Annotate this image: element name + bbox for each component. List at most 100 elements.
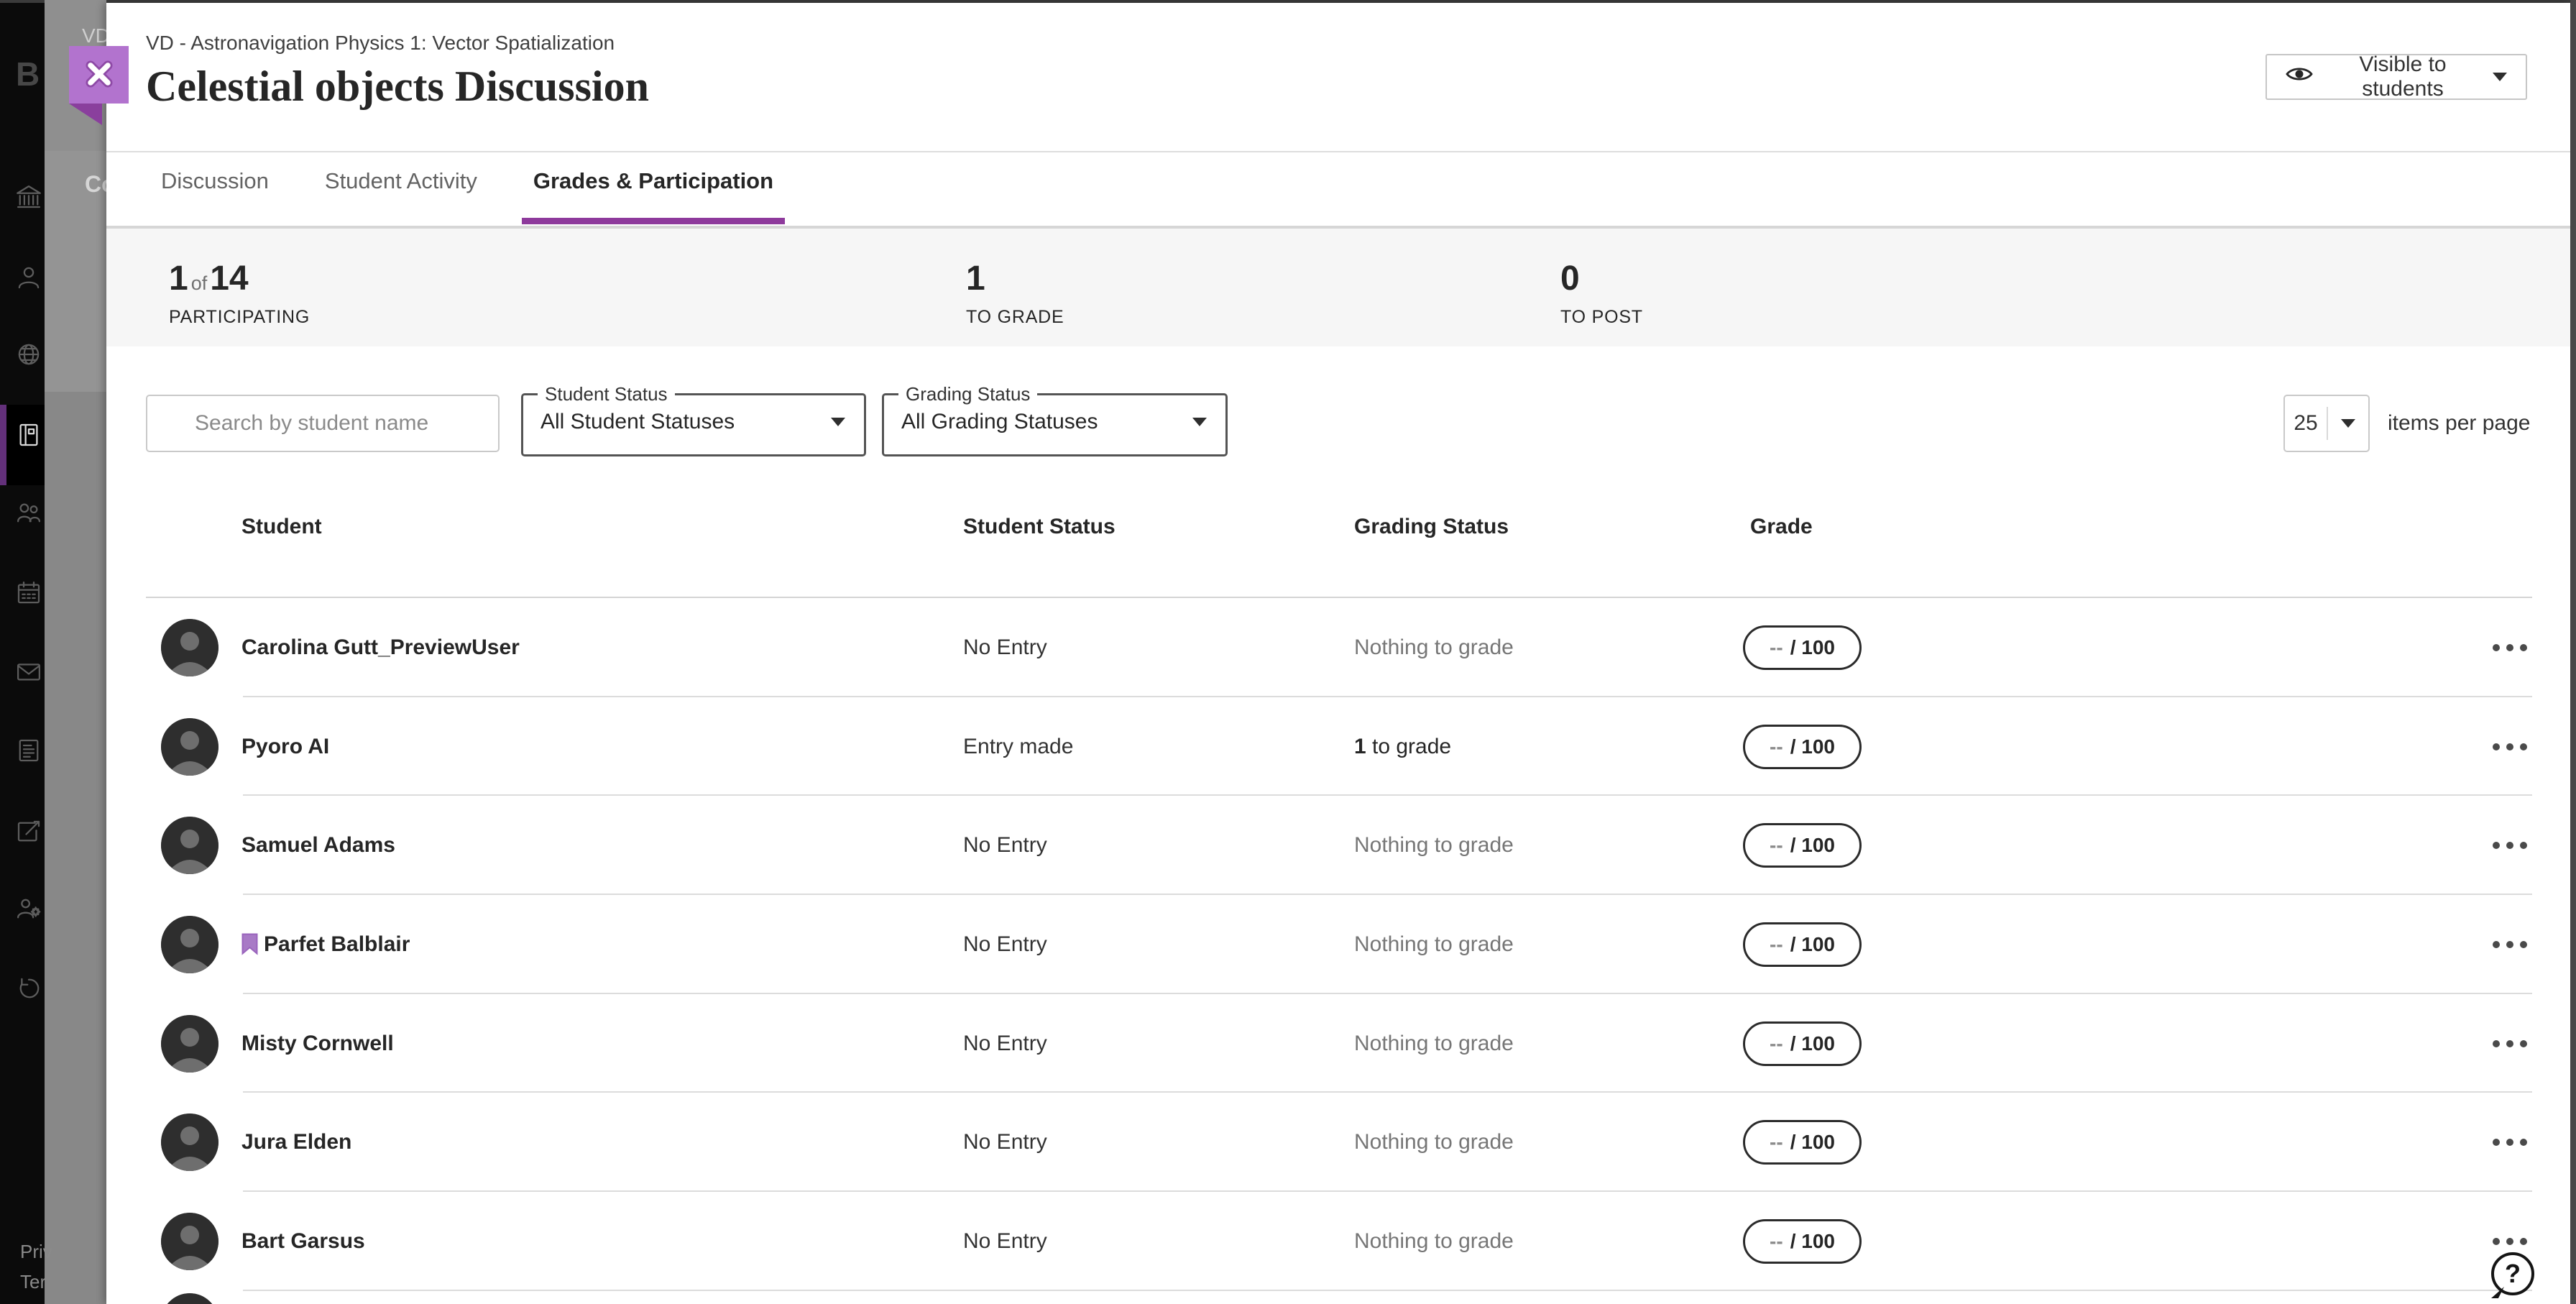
brand-logo: B — [16, 55, 40, 93]
header-divider — [106, 151, 2570, 152]
chevron-down-icon — [2341, 419, 2355, 428]
avatar — [161, 1114, 218, 1171]
stat-participating-label: PARTICIPATING — [169, 307, 310, 328]
tab-grades-participation[interactable]: Grades & Participation — [522, 168, 785, 224]
institution-icon[interactable] — [14, 182, 44, 212]
profile-icon[interactable] — [14, 262, 44, 293]
column-header-grade: Grade — [1750, 515, 1813, 539]
avatar — [161, 619, 218, 676]
groups-icon[interactable] — [14, 497, 44, 528]
sign-out-icon[interactable] — [14, 973, 44, 1004]
grade-input[interactable]: --/ 100 — [1743, 823, 1862, 868]
grade-input[interactable]: --/ 100 — [1743, 922, 1862, 967]
student-status-dropdown[interactable]: Student Status All Student Statuses — [521, 383, 866, 456]
terms-link[interactable]: Ter — [20, 1271, 46, 1293]
messages-icon[interactable] — [14, 656, 44, 687]
grading-status-dropdown-label: Grading Status — [898, 383, 1037, 405]
table-row[interactable]: Parfet Balblair No Entry Nothing to grad… — [106, 895, 2570, 994]
tab-student-activity[interactable]: Student Activity — [313, 168, 489, 224]
avatar — [161, 1293, 218, 1304]
ellipsis-icon[interactable] — [2487, 1133, 2533, 1152]
student-name: Misty Cornwell — [242, 1032, 394, 1056]
table-row[interactable]: Jura Elden No Entry Nothing to grade --/… — [106, 1093, 2570, 1192]
ellipsis-icon[interactable] — [2487, 1232, 2533, 1251]
chevron-down-icon — [831, 418, 845, 426]
avatar — [161, 1015, 218, 1073]
table-row[interactable]: Carolina Gutt_PreviewUser No Entry Nothi… — [106, 598, 2570, 697]
stat-to-post-label: TO POST — [1560, 307, 1643, 328]
stat-to-post-value: 0 — [1560, 260, 1643, 298]
items-per-page-label: items per page — [2388, 395, 2530, 452]
student-status-cell: No Entry — [963, 635, 1047, 660]
table-row[interactable]: Samuel Adams No Entry Nothing to grade -… — [106, 796, 2570, 895]
table-row[interactable]: Bart Garsus No Entry Nothing to grade --… — [106, 1192, 2570, 1291]
student-status-cell: No Entry — [963, 1032, 1047, 1056]
ellipsis-icon[interactable] — [2487, 638, 2533, 657]
globe-icon[interactable] — [14, 339, 44, 369]
grades-icon[interactable] — [14, 420, 44, 450]
bookmark-icon — [242, 933, 258, 955]
nav-active-indicator — [0, 405, 6, 485]
stat-to-grade-label: TO GRADE — [966, 307, 1064, 328]
share-icon[interactable] — [14, 817, 44, 847]
ellipsis-icon[interactable] — [2487, 836, 2533, 855]
grading-status-cell: 1 to grade — [1354, 735, 1451, 759]
visibility-label: Visible to students — [2327, 52, 2478, 101]
grade-input[interactable]: --/ 100 — [1743, 625, 1862, 670]
grade-input[interactable]: --/ 100 — [1743, 1021, 1862, 1066]
chevron-down-icon — [1192, 418, 1207, 426]
grading-status-cell: Nothing to grade — [1354, 932, 1514, 957]
student-status-dropdown-value: All Student Statuses — [540, 410, 735, 434]
ellipsis-icon[interactable] — [2487, 1034, 2533, 1053]
stat-to-grade-value: 1 — [966, 260, 1064, 298]
student-name: Carolina Gutt_PreviewUser — [242, 635, 520, 660]
avatar — [161, 1213, 218, 1270]
eye-icon — [2286, 64, 2313, 90]
student-status-cell: No Entry — [963, 1229, 1047, 1254]
admin-icon[interactable] — [14, 894, 44, 924]
close-icon — [83, 58, 116, 93]
stats-band: 1of14 PARTICIPATING 1 TO GRADE 0 TO POST — [106, 226, 2570, 346]
feed-icon[interactable] — [14, 735, 44, 766]
grade-input[interactable]: --/ 100 — [1743, 725, 1862, 769]
chevron-down-icon — [2493, 73, 2507, 81]
grading-status-dropdown-value: All Grading Statuses — [901, 410, 1098, 434]
stat-to-grade: 1 TO GRADE — [966, 260, 1064, 328]
items-per-page-value: 25 — [2285, 411, 2327, 436]
student-name: Bart Garsus — [242, 1229, 365, 1254]
visibility-dropdown-button[interactable]: Visible to students — [2266, 54, 2527, 100]
help-icon[interactable]: ? — [2491, 1252, 2534, 1295]
student-status-dropdown-label: Student Status — [538, 383, 675, 405]
table-row[interactable]: Pyoro AI Entry made 1 to grade --/ 100 — [106, 697, 2570, 796]
student-status-cell: No Entry — [963, 1130, 1047, 1154]
column-header-grading-status: Grading Status — [1354, 515, 1509, 539]
avatar — [161, 718, 218, 776]
grading-status-cell: Nothing to grade — [1354, 1130, 1514, 1154]
close-panel-button[interactable] — [69, 46, 129, 104]
calendar-icon[interactable] — [14, 578, 44, 608]
student-status-cell: No Entry — [963, 932, 1047, 957]
help-glyph: ? — [2505, 1259, 2521, 1289]
screen: B — [0, 0, 2576, 1304]
student-name: Pyoro AI — [242, 735, 329, 759]
student-table: Carolina Gutt_PreviewUser No Entry Nothi… — [106, 598, 2570, 1291]
privacy-link[interactable]: Priv — [20, 1241, 52, 1263]
grade-input[interactable]: --/ 100 — [1743, 1120, 1862, 1165]
items-per-page-select[interactable]: 25 — [2283, 395, 2370, 452]
grading-status-dropdown[interactable]: Grading Status All Grading Statuses — [882, 383, 1228, 456]
window-right-edge — [2570, 0, 2576, 1304]
tab-discussion[interactable]: Discussion — [150, 168, 280, 224]
stat-participating: 1of14 PARTICIPATING — [169, 260, 310, 328]
column-header-student: Student — [242, 515, 322, 539]
page-overlay-scrim: VD Co — [45, 0, 106, 1304]
dimmed-courses-heading-fragment: Co — [85, 171, 106, 198]
table-row[interactable]: Misty Cornwell No Entry Nothing to grade… — [106, 994, 2570, 1093]
student-name: Parfet Balblair — [242, 932, 410, 957]
grade-input[interactable]: --/ 100 — [1743, 1219, 1862, 1264]
avatar — [161, 916, 218, 973]
ellipsis-icon[interactable] — [2487, 738, 2533, 756]
course-breadcrumb: VD - Astronavigation Physics 1: Vector S… — [146, 32, 615, 55]
ellipsis-icon[interactable] — [2487, 935, 2533, 954]
nav-rail: B — [0, 3, 45, 1304]
search-input[interactable] — [146, 395, 500, 452]
